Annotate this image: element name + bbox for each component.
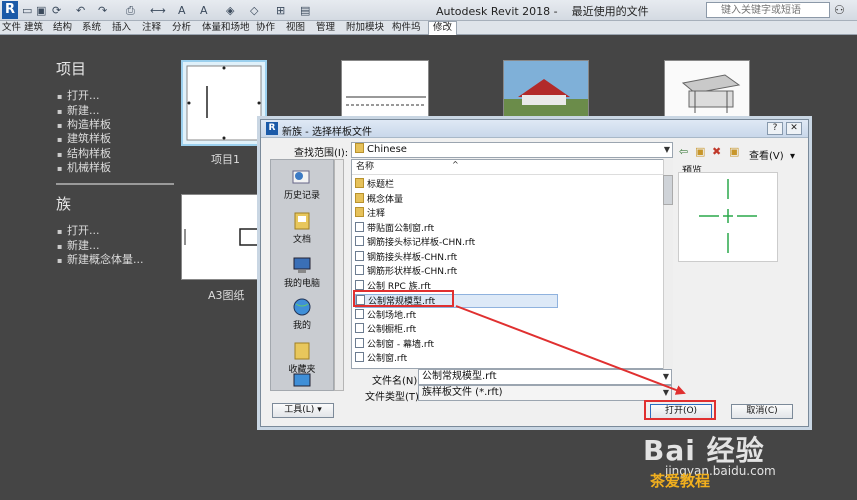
corner-watermark: 茶爱教程 [650, 472, 711, 490]
baidu-logo: Bai 经验 [643, 434, 765, 467]
